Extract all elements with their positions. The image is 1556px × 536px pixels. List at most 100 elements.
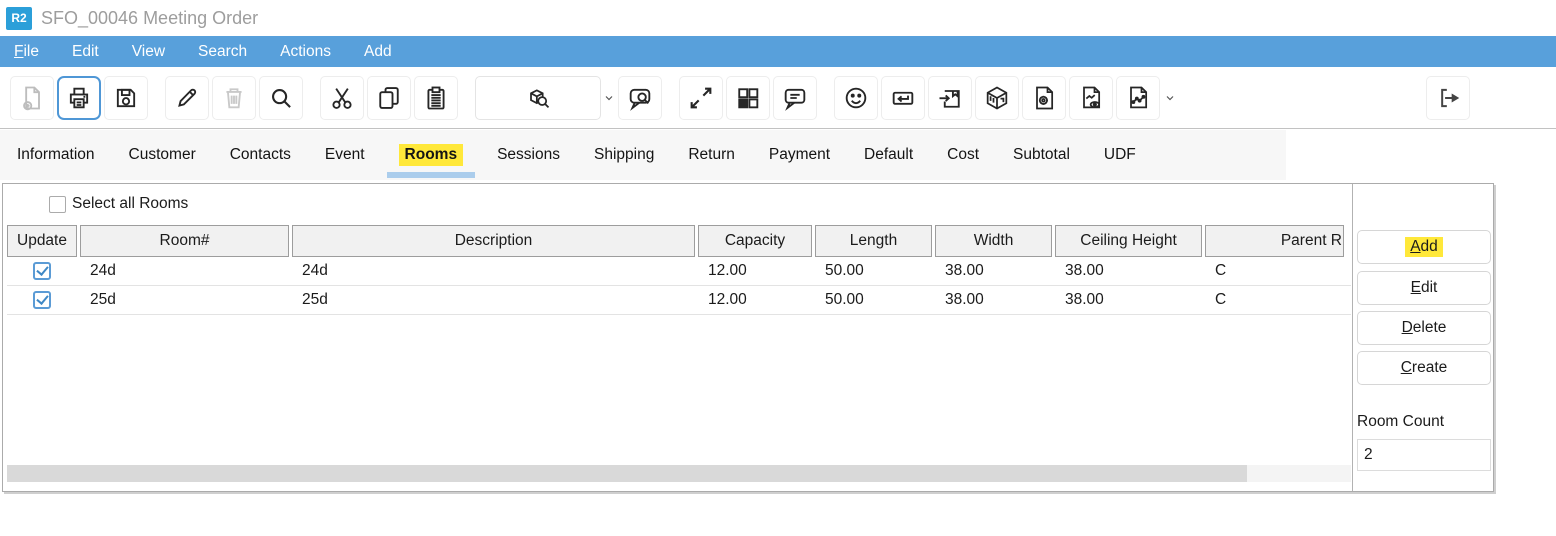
delete-button-side[interactable]: Delete [1357,311,1491,345]
scissors-icon [328,84,356,112]
tab-customer[interactable]: Customer [112,130,213,180]
description-cell: 24d [292,261,695,281]
menu-bar: File Edit View Search Actions Add [0,36,1556,67]
actions-sidebar: Add Edit Delete Create Room Count 2 [1353,184,1494,491]
column-header-room-number[interactable]: Room# [80,225,289,257]
edit-button-side[interactable]: Edit [1357,271,1491,305]
capacity-cell: 12.00 [698,261,812,281]
column-header-description[interactable]: Description [292,225,695,257]
menu-search[interactable]: Search [198,43,247,61]
return-arrow-icon [889,84,917,112]
copy-button[interactable] [367,76,411,120]
search-button[interactable] [259,76,303,120]
tab-payment[interactable]: Payment [752,130,847,180]
tab-rooms[interactable]: Rooms [382,130,481,180]
tab-information[interactable]: Information [0,130,112,180]
title-bar: R2 SFO_00046 Meeting Order [0,0,1556,36]
chevron-down-icon [1164,92,1176,104]
smiley-icon [842,84,870,112]
parent-room-cell: C [1205,261,1344,281]
exit-icon [1434,84,1462,112]
pencil-icon [173,84,201,112]
receive-box-icon [936,84,964,112]
horizontal-scrollbar[interactable] [7,465,1351,482]
menu-add[interactable]: Add [364,43,392,61]
comment-button[interactable] [773,76,817,120]
capacity-cell: 12.00 [698,290,812,310]
room-count-label: Room Count [1357,413,1444,431]
expand-arrows-icon [687,84,715,112]
update-checkbox[interactable] [33,262,51,280]
report-preview-button[interactable] [1069,76,1113,120]
search-icon [267,84,295,112]
room-count-field: 2 [1357,439,1491,471]
return-item-button[interactable] [881,76,925,120]
column-header-capacity[interactable]: Capacity [698,225,812,257]
room-number-cell: 24d [80,261,289,281]
tab-contacts[interactable]: Contacts [213,130,308,180]
select-all-rooms[interactable]: Select all Rooms [49,195,188,213]
exit-button[interactable] [1426,76,1470,120]
tab-event[interactable]: Event [308,130,382,180]
new-order-icon [18,84,46,112]
tab-sessions[interactable]: Sessions [480,130,577,180]
tab-subtotal[interactable]: Subtotal [996,130,1087,180]
print-button[interactable] [57,76,101,120]
report-chart-button[interactable] [1116,76,1160,120]
ceiling-height-cell: 38.00 [1055,290,1202,310]
save-icon [112,84,140,112]
new-order-button[interactable] [10,76,54,120]
layout-button[interactable] [726,76,770,120]
menu-edit[interactable]: Edit [72,43,99,61]
room-search-button[interactable] [618,76,662,120]
print-icon [65,84,93,112]
width-cell: 38.00 [935,261,1052,281]
column-header-length[interactable]: Length [815,225,932,257]
paste-button[interactable] [414,76,458,120]
expand-button[interactable] [679,76,723,120]
receive-item-button[interactable] [928,76,972,120]
tab-default[interactable]: Default [847,130,930,180]
layout-grid-icon [734,84,762,112]
report-config-button[interactable] [1022,76,1066,120]
menu-file[interactable]: File [14,43,39,61]
column-header-ceiling-height[interactable]: Ceiling Height [1055,225,1202,257]
report-dropdown[interactable] [1163,76,1177,120]
smiley-button[interactable] [834,76,878,120]
comment-icon [781,84,809,112]
copy-icon [375,84,403,112]
select-all-label: Select all Rooms [72,195,188,213]
tab-shipping[interactable]: Shipping [577,130,671,180]
column-header-update[interactable]: Update [7,225,77,257]
report-chart-icon [1124,84,1152,112]
window-title: SFO_00046 Meeting Order [41,8,258,29]
warehouse-3d-button[interactable] [975,76,1019,120]
cut-button[interactable] [320,76,364,120]
menu-actions[interactable]: Actions [280,43,331,61]
item-search-dropdown[interactable] [602,76,616,120]
item-search-combo[interactable] [475,76,601,120]
tab-udf[interactable]: UDF [1087,130,1153,180]
clipboard-icon [422,84,450,112]
edit-button[interactable] [165,76,209,120]
column-header-parent-room[interactable]: Parent R [1205,225,1344,257]
update-checkbox[interactable] [33,291,51,309]
tab-return[interactable]: Return [671,130,752,180]
tab-strip: Information Customer Contacts Event Room… [0,130,1556,180]
delete-button[interactable] [212,76,256,120]
table-row[interactable]: 25d 25d 12.00 50.00 38.00 38.00 C [7,286,1351,315]
menu-view[interactable]: View [132,43,165,61]
width-cell: 50.00 [815,290,932,310]
create-button[interactable]: Create [1357,351,1491,385]
add-button[interactable]: Add [1357,230,1491,264]
save-button[interactable] [104,76,148,120]
description-cell: 25d [292,290,695,310]
table-row[interactable]: 24d 24d 12.00 50.00 38.00 38.00 C [7,257,1351,286]
scrollbar-thumb[interactable] [7,465,1247,482]
select-all-checkbox[interactable] [49,196,66,213]
column-header-width[interactable]: Width [935,225,1052,257]
trash-icon [220,84,248,112]
tab-cost[interactable]: Cost [930,130,996,180]
ceiling-height-cell: 38.00 [1055,261,1202,281]
chevron-down-icon [603,92,615,104]
